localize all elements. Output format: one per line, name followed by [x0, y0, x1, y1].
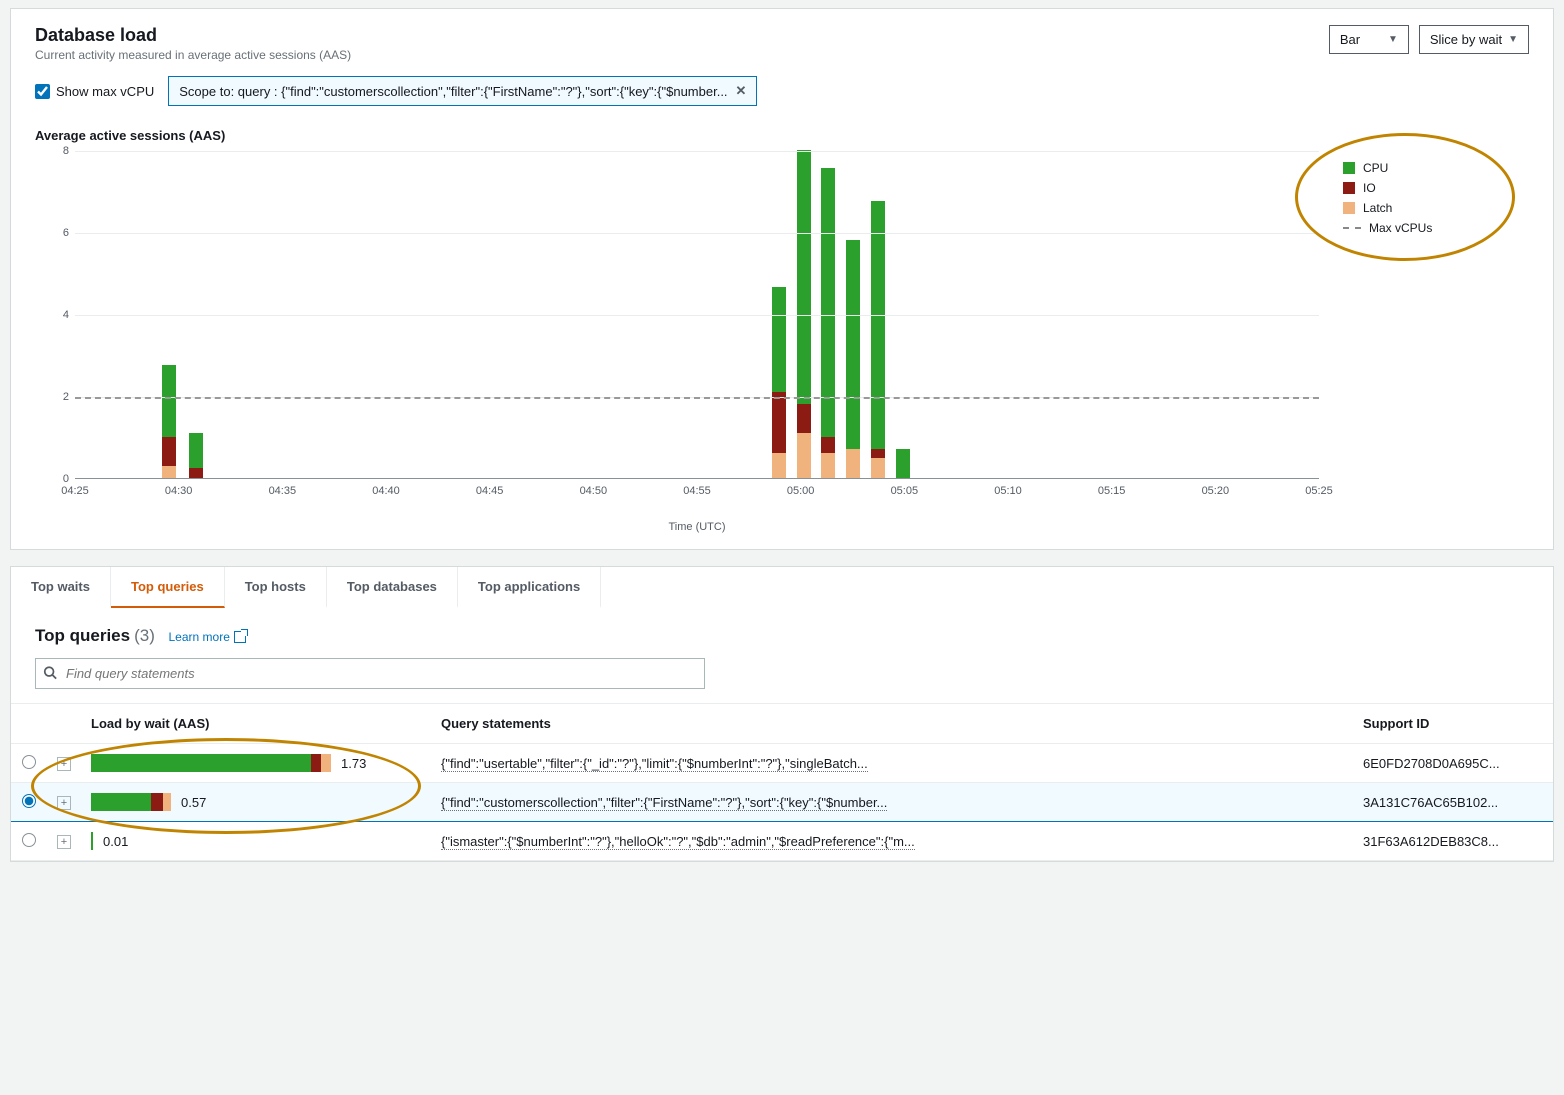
x-axis-label: Time (UTC) [75, 521, 1319, 533]
row-radio[interactable] [22, 833, 36, 847]
load-value: 1.73 [341, 756, 366, 771]
support-id: 31F63A612DEB83C8... [1353, 822, 1553, 861]
page-title: Database load [35, 25, 351, 46]
table-row[interactable]: +0.57 {"find":"customerscollection","filt… [11, 783, 1553, 822]
col-load[interactable]: Load by wait (AAS) [81, 704, 431, 744]
database-load-panel: Database load Current activity measured … [10, 8, 1554, 550]
table-row[interactable]: +0.01 {"ismaster":{"$numberInt":"?"},"hel… [11, 822, 1553, 861]
load-bar [91, 793, 171, 811]
expand-icon[interactable]: + [57, 835, 71, 849]
query-search-input[interactable] [35, 658, 705, 689]
col-query[interactable]: Query statements [431, 704, 1353, 744]
support-id: 6E0FD2708D0A695C... [1353, 744, 1553, 783]
search-icon [43, 665, 57, 682]
query-statement[interactable]: {"ismaster":{"$numberInt":"?"},"helloOk"… [441, 834, 915, 850]
slice-by-dropdown[interactable]: Slice by wait ▼ [1419, 25, 1529, 54]
dimension-tabs: Top waitsTop queriesTop hostsTop databas… [10, 566, 1554, 608]
chart-type-dropdown[interactable]: Bar ▼ [1329, 25, 1409, 54]
legend-swatch-cpu [1343, 162, 1355, 174]
learn-more-link[interactable]: Learn more [169, 630, 246, 644]
annotation-ellipse [1295, 133, 1515, 261]
expand-icon[interactable]: + [57, 796, 71, 810]
load-value: 0.57 [181, 795, 206, 810]
legend-swatch-vcpu [1343, 227, 1361, 229]
support-id: 3A131C76AC65B102... [1353, 783, 1553, 822]
legend-swatch-io [1343, 182, 1355, 194]
show-max-vcpu-checkbox[interactable]: Show max vCPU [35, 84, 154, 99]
close-icon[interactable]: ✕ [736, 83, 747, 99]
chart-type-label: Bar [1340, 32, 1360, 47]
query-statement[interactable]: {"find":"customerscollection","filter":{… [441, 795, 887, 811]
chart-plot-area[interactable] [75, 151, 1319, 479]
col-support[interactable]: Support ID [1353, 704, 1553, 744]
show-max-vcpu-input[interactable] [35, 84, 50, 99]
slice-by-label: Slice by wait [1430, 32, 1502, 47]
top-queries-title: Top queries (3) [35, 626, 155, 646]
legend-swatch-latch [1343, 202, 1355, 214]
tab-top-databases[interactable]: Top databases [327, 567, 458, 608]
chart-title: Average active sessions (AAS) [35, 128, 1529, 143]
row-radio[interactable] [22, 755, 36, 769]
tab-top-queries[interactable]: Top queries [111, 567, 225, 608]
load-bar [91, 832, 93, 850]
external-link-icon [234, 631, 246, 643]
chevron-down-icon: ▼ [1388, 34, 1398, 45]
query-statement[interactable]: {"find":"usertable","filter":{"_id":"?"}… [441, 756, 868, 772]
row-radio[interactable] [22, 794, 36, 808]
expand-icon[interactable]: + [57, 757, 71, 771]
chart-legend: CPU IO Latch Max vCPUs [1319, 151, 1529, 479]
y-axis: 02468 [35, 151, 75, 479]
tab-top-waits[interactable]: Top waits [11, 567, 111, 608]
tab-top-applications[interactable]: Top applications [458, 567, 601, 608]
load-value: 0.01 [103, 834, 128, 849]
top-queries-table: Load by wait (AAS) Query statements Supp… [11, 703, 1553, 861]
load-bar [91, 754, 331, 772]
chevron-down-icon: ▼ [1508, 34, 1518, 45]
x-axis: 04:2504:3004:3504:4004:4504:5004:5505:00… [75, 479, 1319, 519]
page-subtitle: Current activity measured in average act… [35, 48, 351, 62]
scope-filter-tag[interactable]: Scope to: query : {"find":"customerscoll… [168, 76, 757, 106]
top-queries-panel: Top queries (3) Learn more Load by wait … [10, 608, 1554, 862]
top-queries-count: (3) [134, 626, 155, 646]
table-row[interactable]: +1.73 {"find":"usertable","filter":{"_id"… [11, 744, 1553, 783]
tab-top-hosts[interactable]: Top hosts [225, 567, 327, 608]
